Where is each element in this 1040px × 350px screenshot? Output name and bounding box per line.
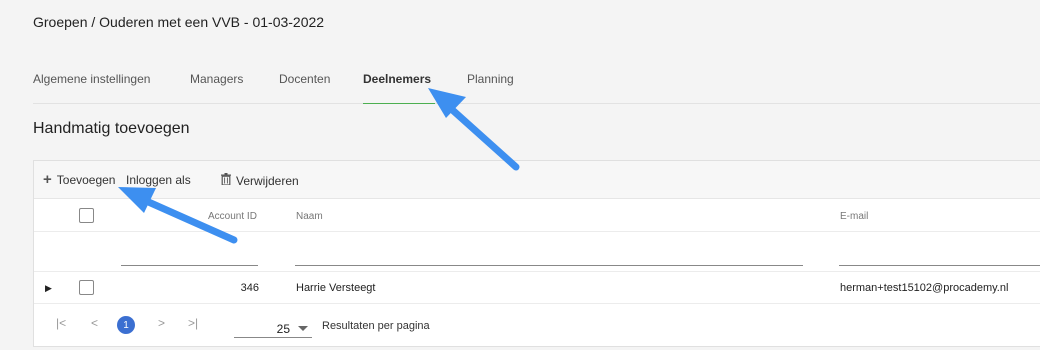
first-page-icon[interactable]: |<: [56, 316, 66, 330]
name-filter-input[interactable]: [295, 248, 803, 266]
toolbar: + Toevoegen Inloggen als Verwijderen: [34, 161, 1040, 199]
tab-bar: Algemene instellingen Managers Docenten …: [33, 72, 1040, 104]
per-page-label: Resultaten per pagina: [322, 320, 430, 332]
tab-teachers[interactable]: Docenten: [279, 72, 330, 86]
breadcrumb: Groepen / Ouderen met een VVB - 01-03-20…: [33, 14, 325, 30]
tab-planning[interactable]: Planning: [467, 72, 514, 86]
last-page-icon[interactable]: >|: [188, 316, 198, 330]
cell-email: herman+test15102@procademy.nl: [840, 282, 1009, 294]
login-as-label: Inloggen als: [126, 173, 191, 187]
row-checkbox[interactable]: [79, 280, 94, 295]
participants-panel: + Toevoegen Inloggen als Verwijderen Acc…: [33, 160, 1040, 347]
current-page-button[interactable]: 1: [117, 316, 135, 334]
per-page-select[interactable]: 25: [234, 318, 312, 338]
per-page-value: 25: [276, 322, 290, 336]
plus-icon: +: [43, 171, 52, 188]
table-header: Account ID Naam E-mail: [34, 199, 1040, 232]
table-row[interactable]: ▶ 346 Harrie Versteegt herman+test15102@…: [34, 272, 1040, 304]
expand-row-icon[interactable]: ▶: [45, 283, 52, 294]
section-title: Handmatig toevoegen: [33, 120, 190, 137]
pagination: |< < 1 > >| 25 Resultaten per pagina: [34, 304, 1040, 348]
add-button-label: Toevoegen: [56, 173, 116, 187]
column-header-account-id[interactable]: Account ID: [208, 211, 257, 222]
filter-row: [34, 232, 1040, 272]
email-filter-input[interactable]: [839, 248, 1040, 266]
cell-name: Harrie Versteegt: [296, 282, 376, 294]
column-header-email[interactable]: E-mail: [840, 211, 868, 222]
login-as-button[interactable]: Inloggen als: [126, 173, 191, 187]
tab-participants[interactable]: Deelnemers: [363, 72, 431, 86]
delete-button-label: Verwijderen: [236, 173, 299, 188]
tab-managers[interactable]: Managers: [190, 72, 243, 86]
active-tab-indicator: [363, 103, 435, 104]
select-all-checkbox[interactable]: [79, 208, 94, 223]
next-page-icon[interactable]: >: [158, 316, 165, 330]
chevron-down-icon: [298, 326, 308, 331]
cell-account-id: 346: [240, 282, 259, 294]
trash-icon: [221, 173, 231, 188]
delete-button[interactable]: Verwijderen: [221, 173, 299, 188]
add-button[interactable]: + Toevoegen: [43, 171, 116, 188]
account-id-filter-input[interactable]: [121, 248, 258, 266]
column-header-name[interactable]: Naam: [296, 211, 323, 222]
tab-general-settings[interactable]: Algemene instellingen: [33, 72, 150, 86]
previous-page-icon[interactable]: <: [91, 316, 98, 330]
